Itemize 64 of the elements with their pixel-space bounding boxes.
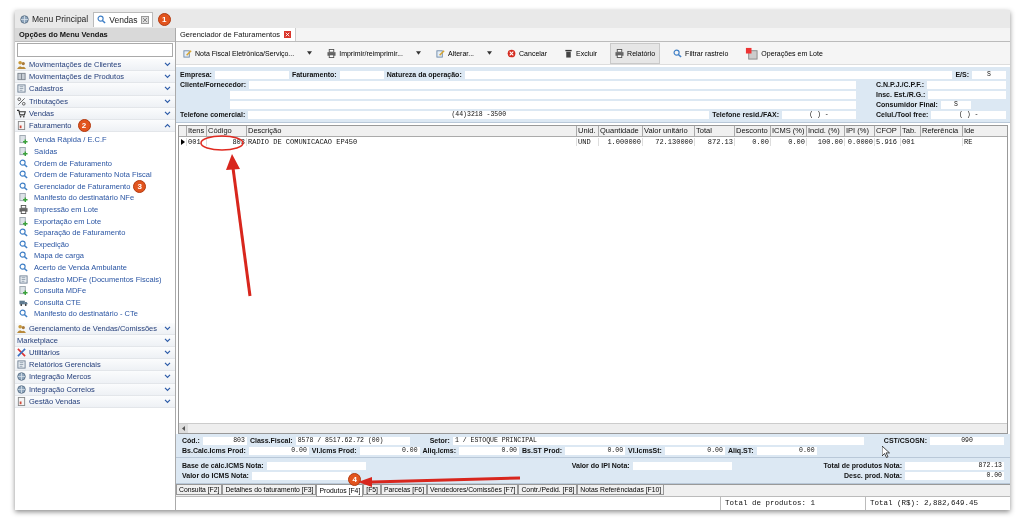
- pencil-icon: [183, 48, 192, 58]
- cancel-icon: [507, 48, 517, 58]
- close-icon[interactable]: [284, 31, 292, 38]
- people-icon: [17, 60, 26, 70]
- dropdown-caret-icon[interactable]: [487, 51, 493, 55]
- scroll-left-icon[interactable]: [179, 424, 188, 433]
- page-plus-icon: [19, 216, 28, 226]
- text-field[interactable]: [230, 90, 856, 99]
- highlight-ellipse: [200, 135, 244, 151]
- search-icon: [19, 309, 28, 319]
- app-tab[interactable]: Menu Principal: [17, 12, 92, 26]
- cart-icon: [17, 108, 26, 118]
- search-icon: [19, 251, 28, 261]
- text-field[interactable]: [928, 90, 1006, 99]
- search-icon: [97, 15, 107, 24]
- percent-icon: [17, 96, 26, 106]
- page-plus-icon: [19, 147, 28, 156]
- search-icon: [19, 181, 28, 191]
- close-icon[interactable]: [140, 15, 149, 24]
- stacked-documents-icon: [745, 46, 759, 60]
- text-field[interactable]: [251, 471, 351, 480]
- search-icon: [673, 48, 683, 58]
- pencil-icon: [436, 48, 445, 58]
- text-field[interactable]: [339, 70, 384, 79]
- app-tab[interactable]: Vendas: [93, 11, 153, 27]
- page-plus-icon: [19, 135, 28, 145]
- globe-icon: [20, 14, 29, 24]
- text-field[interactable]: [214, 70, 289, 79]
- mouse-cursor-icon: [882, 446, 890, 458]
- search-icon: [19, 228, 28, 238]
- book-icon: [17, 360, 26, 370]
- horizontal-scrollbar[interactable]: [179, 423, 1007, 433]
- document-icon: [17, 121, 26, 131]
- book-icon: [17, 84, 26, 94]
- step-badge: 3: [133, 179, 147, 193]
- search-icon: [19, 239, 28, 249]
- search-icon: [19, 170, 28, 180]
- trash-icon: [564, 48, 574, 58]
- row-pointer-icon: [180, 139, 185, 145]
- page-plus-icon: [19, 286, 28, 296]
- text-field[interactable]: [927, 80, 1006, 89]
- dropdown-caret-icon[interactable]: [307, 51, 313, 55]
- search-icon: [19, 262, 28, 272]
- search-field[interactable]: [17, 43, 173, 57]
- printer-icon: [19, 205, 28, 214]
- page-plus-icon: [19, 193, 28, 203]
- globe-icon: [17, 372, 26, 382]
- text-field[interactable]: [266, 461, 366, 470]
- printer-icon: [327, 48, 337, 58]
- book-icon: [19, 274, 28, 284]
- globe-icon: [17, 384, 26, 394]
- text-field[interactable]: [230, 100, 856, 109]
- text-field[interactable]: [464, 70, 953, 79]
- step-badge: 2: [77, 119, 91, 133]
- dropdown-caret-icon[interactable]: [416, 51, 421, 55]
- document-icon: [17, 396, 26, 406]
- text-field[interactable]: [249, 80, 856, 89]
- box-icon: [17, 72, 26, 82]
- text-field[interactable]: [632, 461, 732, 470]
- step-badge: 1: [157, 12, 171, 26]
- crossed-tools-icon: [17, 348, 26, 358]
- search-icon: [19, 158, 28, 168]
- people-icon: [17, 323, 26, 333]
- printer-icon: [615, 48, 625, 58]
